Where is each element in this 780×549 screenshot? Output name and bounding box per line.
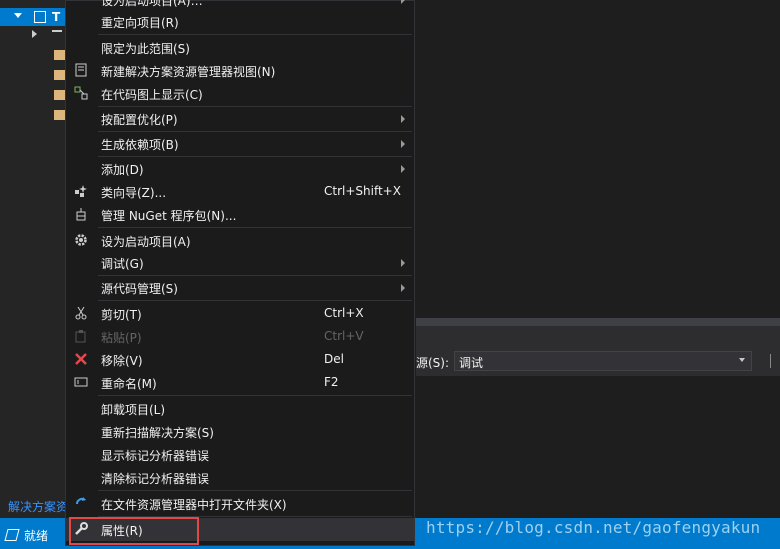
gear-icon: [73, 233, 89, 249]
menu-item-add[interactable]: 添加(D): [66, 157, 414, 180]
menu-item-scope-to-this[interactable]: 限定为此范围(S): [66, 36, 414, 59]
nuget-icon: [73, 207, 89, 223]
menu-item-clear-tag-parser-errors[interactable]: 清除标记分析器错误: [66, 466, 414, 489]
paste-icon: [73, 329, 89, 345]
status-text: 就绪: [24, 529, 49, 543]
menu-item-set-startup-project[interactable]: 设为启动项目(A): [66, 229, 414, 252]
menu-separator: [98, 490, 412, 491]
rename-icon: [73, 375, 89, 391]
menu-item-rename[interactable]: 重命名(M) F2: [66, 371, 414, 394]
menu-item-open-in-explorer[interactable]: 在文件资源管理器中打开文件夹(X): [66, 492, 414, 515]
new-view-icon: [73, 63, 89, 79]
output-panel-header: [416, 326, 780, 348]
menu-item-manage-nuget[interactable]: 管理 NuGet 程序包(N)...: [66, 203, 414, 226]
project-icon: [34, 11, 46, 23]
submenu-arrow-icon: [401, 0, 405, 4]
menu-item-retarget-project[interactable]: 重定向项目(R): [66, 10, 414, 33]
panel-splitter[interactable]: [416, 318, 780, 326]
watermark-text: https://blog.csdn.net/gaofengyakun: [426, 518, 761, 537]
open-folder-icon: [73, 496, 89, 512]
chevron-down-icon: [739, 358, 745, 362]
solution-explorer-tab[interactable]: 解决方案资: [8, 498, 68, 515]
submenu-arrow-icon: [401, 284, 405, 292]
menu-separator: [98, 395, 412, 396]
menu-separator: [98, 227, 412, 228]
output-source-dropdown[interactable]: 调试: [454, 351, 752, 371]
menu-item-rescan-solution[interactable]: 重新扫描解决方案(S): [66, 420, 414, 443]
submenu-arrow-icon: [401, 115, 405, 123]
menu-item-remove[interactable]: 移除(V) Del: [66, 348, 414, 371]
submenu-arrow-icon: [401, 165, 405, 173]
menu-item-profile-guided-optimization[interactable]: 按配置优化(P): [66, 107, 414, 130]
menu-item-build-dependencies[interactable]: 生成依赖项(B): [66, 132, 414, 155]
menu-item-class-wizard[interactable]: 类向导(Z)... Ctrl+Shift+X: [66, 180, 414, 203]
menu-item-show-on-code-map[interactable]: 在代码图上显示(C): [66, 82, 414, 105]
menu-item-unload-project[interactable]: 卸载项目(L): [66, 397, 414, 420]
collapse-arrow-icon[interactable]: [32, 30, 37, 38]
references-icon: [52, 30, 62, 38]
menu-separator: [98, 300, 412, 301]
menu-item-paste[interactable]: 粘贴(P) Ctrl+V: [66, 325, 414, 348]
remove-icon: [73, 352, 89, 368]
expand-arrow-icon[interactable]: [14, 13, 22, 18]
output-source-label: 源(S):: [416, 356, 450, 370]
project-context-menu: 设为启动项目(A)… 重定向项目(R) 限定为此范围(S) 新建解决方案资源管理…: [65, 0, 415, 546]
highlight-annotation: [69, 517, 199, 545]
code-map-icon: [73, 86, 89, 102]
solution-explorer-panel: T 解决方案资: [0, 0, 68, 518]
submenu-arrow-icon: [401, 259, 405, 267]
scissors-icon: [73, 306, 89, 322]
output-source-value: 调试: [459, 356, 484, 370]
menu-item-cut[interactable]: 剪切(T) Ctrl+X: [66, 302, 414, 325]
class-wizard-icon: [73, 184, 89, 200]
tree-selected-label: T: [52, 10, 61, 24]
submenu-arrow-icon: [401, 140, 405, 148]
output-body: [416, 376, 780, 518]
menu-item-debug[interactable]: 调试(G): [66, 251, 414, 274]
menu-item-new-explorer-view[interactable]: 新建解决方案资源管理器视图(N): [66, 59, 414, 82]
tree-selected-row[interactable]: T: [0, 8, 66, 26]
menu-item-show-tag-parser-errors[interactable]: 显示标记分析器错误: [66, 443, 414, 466]
menu-separator: [98, 34, 412, 35]
status-ready-icon: [4, 529, 20, 541]
clear-output-icon[interactable]: [770, 354, 780, 368]
menu-item-source-control[interactable]: 源代码管理(S): [66, 276, 414, 299]
output-toolbar: 源(S): 调试: [416, 348, 780, 376]
